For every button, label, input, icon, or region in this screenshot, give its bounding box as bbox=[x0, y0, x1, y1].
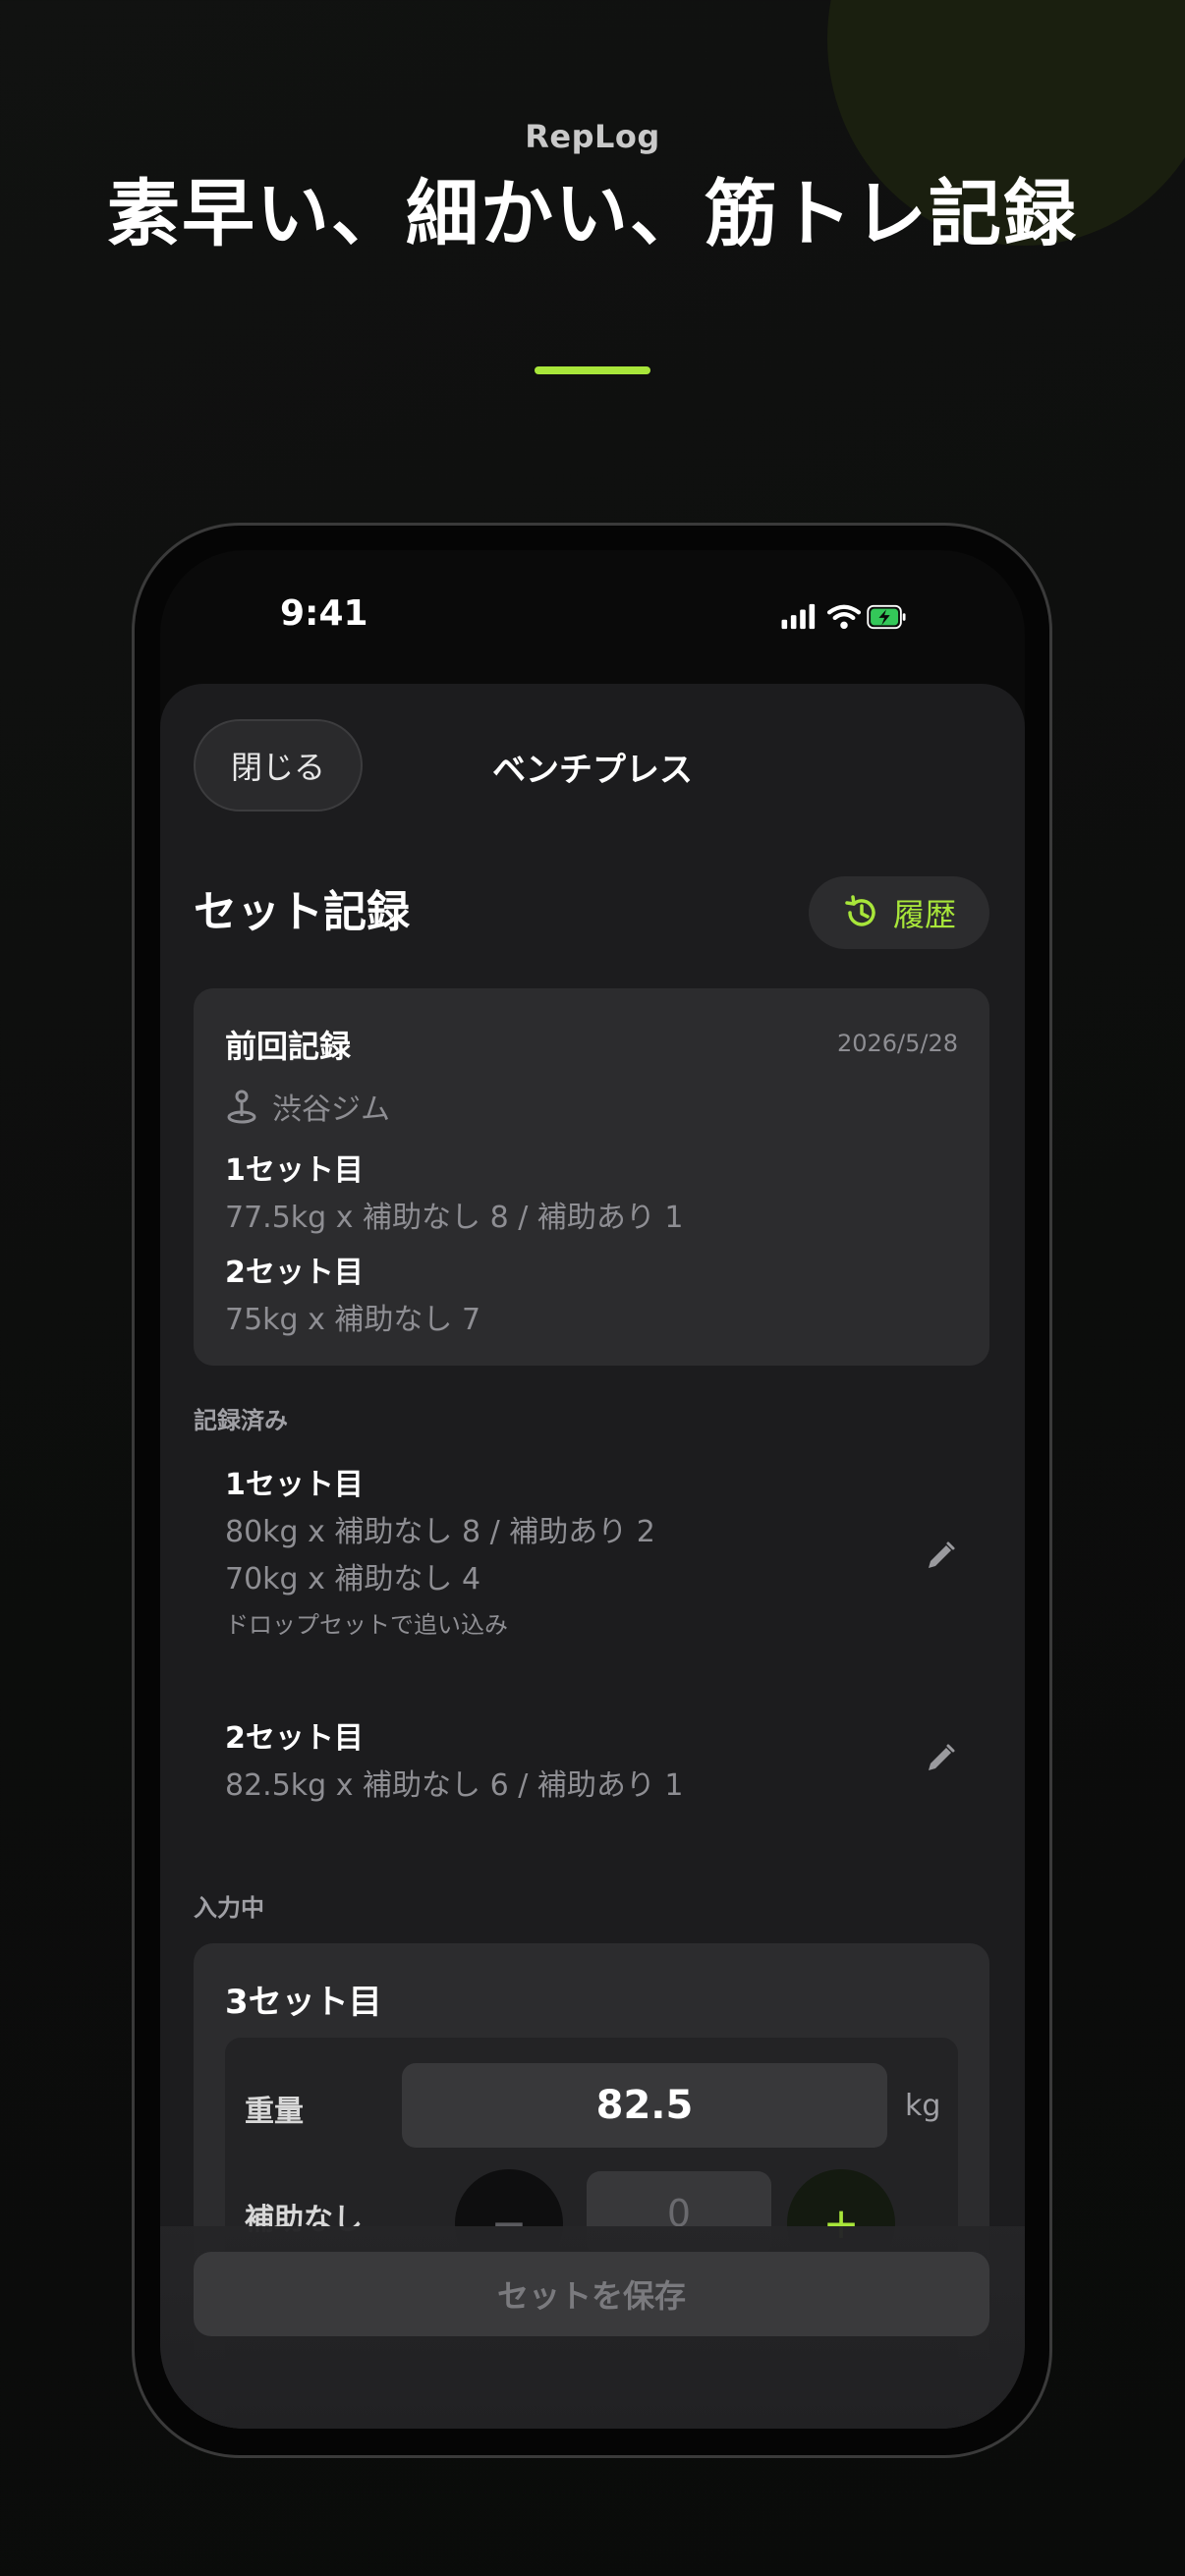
previous-set-label: 1セット目 bbox=[225, 1153, 364, 1188]
signal-icon bbox=[781, 603, 816, 630]
phone-screen: 9:41 閉じる ベンチプレス セット記録 履歴 前回記録 2026/5/28 … bbox=[160, 550, 1025, 2429]
location-pin-icon bbox=[227, 1090, 256, 1124]
history-icon bbox=[845, 895, 875, 926]
history-button[interactable]: 履歴 bbox=[809, 876, 989, 949]
input-set-title: 3セット目 bbox=[225, 1983, 382, 2022]
input-group-label: 入力中 bbox=[194, 1894, 264, 1922]
save-set-button[interactable]: セットを保存 bbox=[194, 2252, 989, 2336]
recorded-set-row[interactable]: 2セット目 82.5kg x 補助なし 6 / 補助あり 1 bbox=[194, 1713, 989, 1821]
history-label: 履歴 bbox=[892, 896, 956, 933]
edit-pencil-icon[interactable] bbox=[923, 1539, 958, 1574]
recorded-set-note: ドロップセットで追い込み bbox=[225, 1611, 508, 1639]
bottom-action-bar: セットを保存 bbox=[160, 2226, 1025, 2429]
headline: 素早い、細かい、筋トレ記録 bbox=[107, 172, 1078, 256]
recorded-group-label: 記録済み bbox=[194, 1407, 288, 1434]
previous-set-label: 2セット目 bbox=[225, 1256, 364, 1290]
section-heading: セット記録 bbox=[194, 887, 410, 937]
status-time: 9:41 bbox=[280, 593, 368, 634]
recorded-set-label: 1セット目 bbox=[225, 1468, 364, 1502]
previous-set-detail: 75kg x 補助なし 7 bbox=[225, 1303, 481, 1337]
recorded-set-line: 82.5kg x 補助なし 6 / 補助あり 1 bbox=[225, 1768, 684, 1803]
wifi-icon bbox=[826, 604, 862, 630]
recorded-set-label: 2セット目 bbox=[225, 1721, 364, 1756]
gym-name: 渋谷ジム bbox=[272, 1092, 390, 1127]
record-sheet: 閉じる ベンチプレス セット記録 履歴 前回記録 2026/5/28 渋谷ジム bbox=[160, 684, 1025, 2429]
weight-input[interactable]: 82.5 bbox=[402, 2063, 887, 2148]
exercise-title: ベンチプレス bbox=[492, 751, 693, 790]
weight-unit: kg bbox=[905, 2089, 941, 2123]
recorded-set-row[interactable]: 1セット目 80kg x 補助なし 8 / 補助あり 2 70kg x 補助なし… bbox=[194, 1460, 989, 1656]
previous-set-detail: 77.5kg x 補助なし 8 / 補助あり 1 bbox=[225, 1201, 684, 1235]
gym-location: 渋谷ジム bbox=[225, 1085, 390, 1128]
previous-record-title: 前回記録 bbox=[225, 1028, 352, 1065]
recorded-set-line: 80kg x 補助なし 8 / 補助あり 2 bbox=[225, 1515, 655, 1549]
edit-pencil-icon[interactable] bbox=[923, 1741, 958, 1776]
app-brand: RepLog bbox=[525, 118, 660, 155]
weight-label: 重量 bbox=[245, 2095, 304, 2129]
recorded-set-line: 70kg x 補助なし 4 bbox=[225, 1562, 481, 1596]
status-icons bbox=[781, 603, 906, 630]
previous-record-date: 2026/5/28 bbox=[836, 1030, 958, 1057]
battery-charging-icon bbox=[867, 604, 906, 630]
accent-divider bbox=[535, 366, 650, 374]
previous-record-card: 前回記録 2026/5/28 渋谷ジム 1セット目 77.5kg x 補助なし … bbox=[194, 988, 989, 1366]
